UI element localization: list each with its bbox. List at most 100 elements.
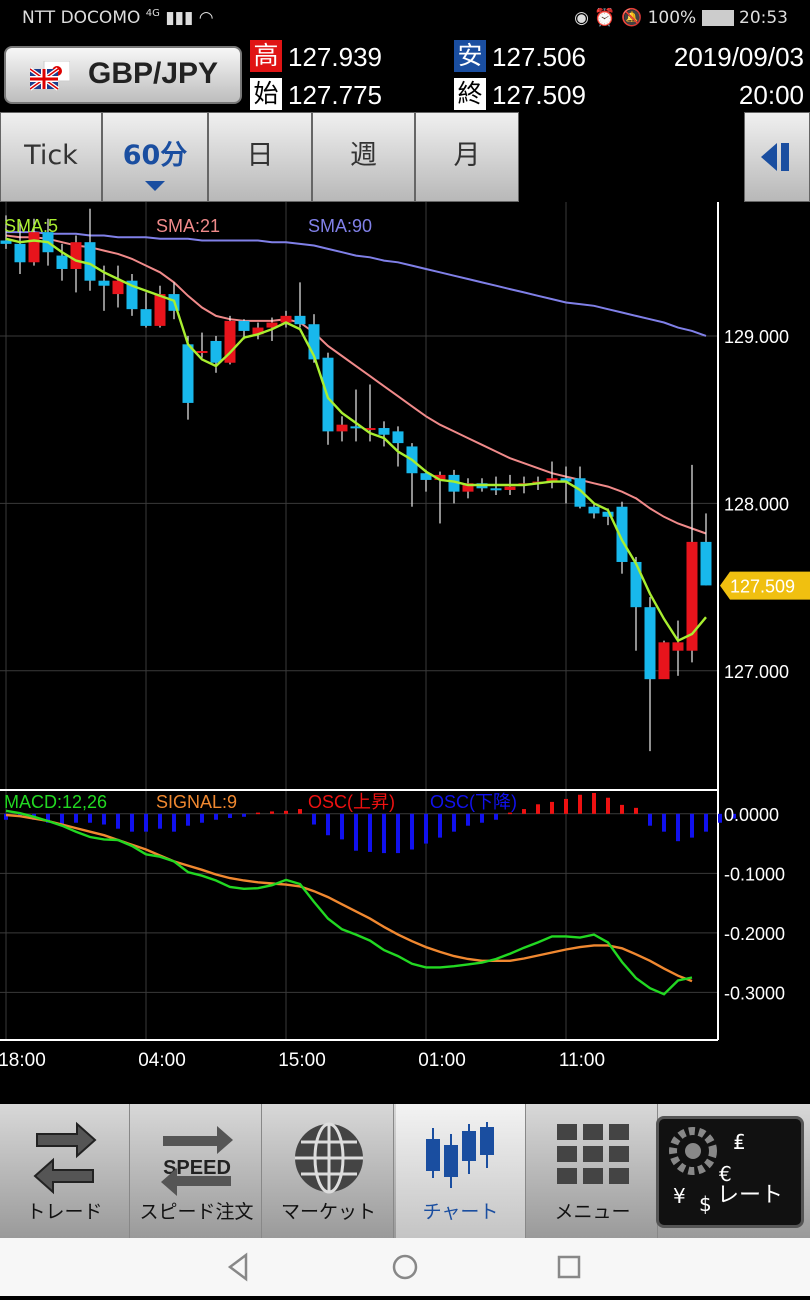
status-right: ◉ ⏰ 🔕 100% 20:53 bbox=[574, 8, 788, 28]
quote-header: GBP/JPY 高 127.939 始 127.775 安 127.506 終 … bbox=[0, 38, 810, 110]
candle-down bbox=[630, 561, 642, 608]
osc-bar-down bbox=[242, 813, 246, 817]
legend-macd: MACD:12,26 bbox=[4, 792, 107, 812]
candle-down bbox=[84, 242, 96, 281]
panel-toggle-button[interactable] bbox=[744, 112, 810, 202]
osc-bar-up bbox=[550, 801, 554, 814]
sma21-line bbox=[5, 234, 707, 535]
svg-text:¥: ¥ bbox=[673, 1184, 686, 1208]
legend-sma90: SMA:90 bbox=[308, 216, 372, 236]
candle-up bbox=[70, 242, 82, 269]
candle-down bbox=[392, 431, 404, 444]
candle-up bbox=[112, 280, 124, 295]
network-type: 4G bbox=[145, 8, 160, 19]
time-axis-label: 18:00 bbox=[0, 1050, 46, 1071]
candle-down bbox=[182, 344, 194, 403]
osc-bar-up bbox=[298, 809, 302, 814]
home-icon[interactable] bbox=[392, 1254, 418, 1280]
nav-chart[interactable]: チャート bbox=[396, 1104, 526, 1238]
legend-osc_down: OSC(下降) bbox=[430, 792, 517, 812]
price-tick-label: 127.000 bbox=[724, 662, 789, 682]
svg-text:₤: ₤ bbox=[733, 1130, 746, 1154]
osc-bar-down bbox=[424, 813, 428, 844]
osc-bar-down bbox=[466, 813, 470, 826]
nav-speed-order[interactable]: SPEED スピード注文 bbox=[132, 1104, 262, 1238]
time-axis-label: 15:00 bbox=[278, 1050, 326, 1071]
candle-up bbox=[658, 642, 670, 680]
tab-week[interactable]: 週 bbox=[312, 112, 415, 202]
menu-grid-icon bbox=[557, 1124, 629, 1184]
osc-bar-down bbox=[340, 813, 344, 840]
nav-label: レート bbox=[716, 1183, 783, 1208]
recents-icon[interactable] bbox=[557, 1255, 581, 1279]
nav-rate[interactable]: ₤ € ¥ $ レート bbox=[656, 1116, 804, 1228]
osc-bar-down bbox=[130, 813, 134, 832]
candle-down bbox=[140, 309, 152, 326]
osc-bar-up bbox=[620, 804, 624, 814]
clock: 20:53 bbox=[739, 8, 788, 28]
candle-up bbox=[196, 351, 208, 354]
macd-tick-label: 0.0000 bbox=[724, 805, 779, 825]
tab-label: Tick bbox=[24, 140, 78, 171]
back-icon[interactable] bbox=[227, 1252, 248, 1282]
candle-down bbox=[210, 340, 222, 363]
tab-label: 月 bbox=[453, 140, 481, 171]
price-tick-label: 129.000 bbox=[724, 327, 789, 347]
macd-tick-label: -0.1000 bbox=[724, 864, 785, 884]
tab-month[interactable]: 月 bbox=[415, 112, 519, 202]
bottom-nav: トレード SPEED スピード注文 マーケット チャート メニュー ₤ € ¥ … bbox=[0, 1104, 810, 1238]
signal-icon: ▮▮▮ bbox=[165, 8, 194, 28]
close-badge: 終 bbox=[454, 78, 486, 110]
active-tab-caret-icon bbox=[145, 181, 165, 191]
nav-trade[interactable]: トレード bbox=[0, 1104, 130, 1238]
open-value: 127.775 bbox=[288, 80, 382, 110]
nav-label: スピード注文 bbox=[139, 1201, 254, 1223]
osc-bar-down bbox=[396, 813, 400, 854]
legend-signal: SIGNAL:9 bbox=[156, 792, 237, 812]
currency-pair-button[interactable]: GBP/JPY bbox=[4, 46, 242, 104]
nav-market[interactable]: マーケット bbox=[264, 1104, 394, 1238]
osc-bar-down bbox=[228, 813, 232, 818]
osc-bar-up bbox=[592, 792, 596, 814]
tab-tick[interactable]: Tick bbox=[0, 112, 102, 202]
high-value: 127.939 bbox=[288, 42, 382, 72]
osc-bar-down bbox=[704, 813, 708, 832]
osc-bar-up bbox=[578, 794, 582, 814]
macd-tick-label: -0.3000 bbox=[724, 983, 785, 1003]
nav-label: メニュー bbox=[554, 1201, 631, 1223]
osc-bar-down bbox=[144, 813, 148, 832]
macd-tick-label: -0.2000 bbox=[724, 924, 785, 944]
candle-up bbox=[504, 486, 516, 490]
high-badge: 高 bbox=[250, 40, 282, 72]
osc-bar-down bbox=[648, 813, 652, 826]
osc-bar-up bbox=[564, 798, 568, 814]
osc-bar-down bbox=[676, 813, 680, 842]
quote-date: 2019/09/03 bbox=[673, 42, 804, 72]
system-nav-bar bbox=[0, 1238, 810, 1296]
nav-label: チャート bbox=[422, 1201, 499, 1223]
osc-bar-down bbox=[88, 813, 92, 823]
low-value: 127.506 bbox=[492, 42, 586, 72]
osc-bar-down bbox=[410, 813, 414, 850]
sma90-line bbox=[6, 231, 707, 337]
collapse-left-icon bbox=[761, 143, 789, 171]
candle-down bbox=[378, 428, 390, 435]
candle-down bbox=[700, 541, 712, 586]
legend-sma21: SMA:21 bbox=[156, 216, 220, 236]
macd-line bbox=[5, 809, 693, 996]
current-price-label: 127.509 bbox=[730, 577, 795, 597]
tab-day[interactable]: 日 bbox=[208, 112, 312, 202]
carrier-name: NTT DOCOMO 4G ▮▮▮ ◠ bbox=[22, 8, 214, 28]
candle-down bbox=[490, 488, 502, 491]
osc-bar-up bbox=[522, 809, 526, 814]
osc-bar-up bbox=[536, 804, 540, 814]
osc-bar-down bbox=[494, 813, 498, 820]
battery-icon bbox=[701, 10, 734, 26]
candle-up bbox=[154, 294, 166, 326]
nav-menu[interactable]: メニュー bbox=[528, 1104, 658, 1238]
tab-60min[interactable]: 60分 bbox=[102, 112, 208, 202]
osc-bar-up bbox=[270, 811, 274, 814]
price-chart[interactable]: 129.000 128.000 127.000 127.509 SMA:5 SMA:21 S… bbox=[0, 202, 810, 1082]
osc-bar-up bbox=[634, 807, 638, 814]
osc-bar-down bbox=[312, 813, 316, 825]
